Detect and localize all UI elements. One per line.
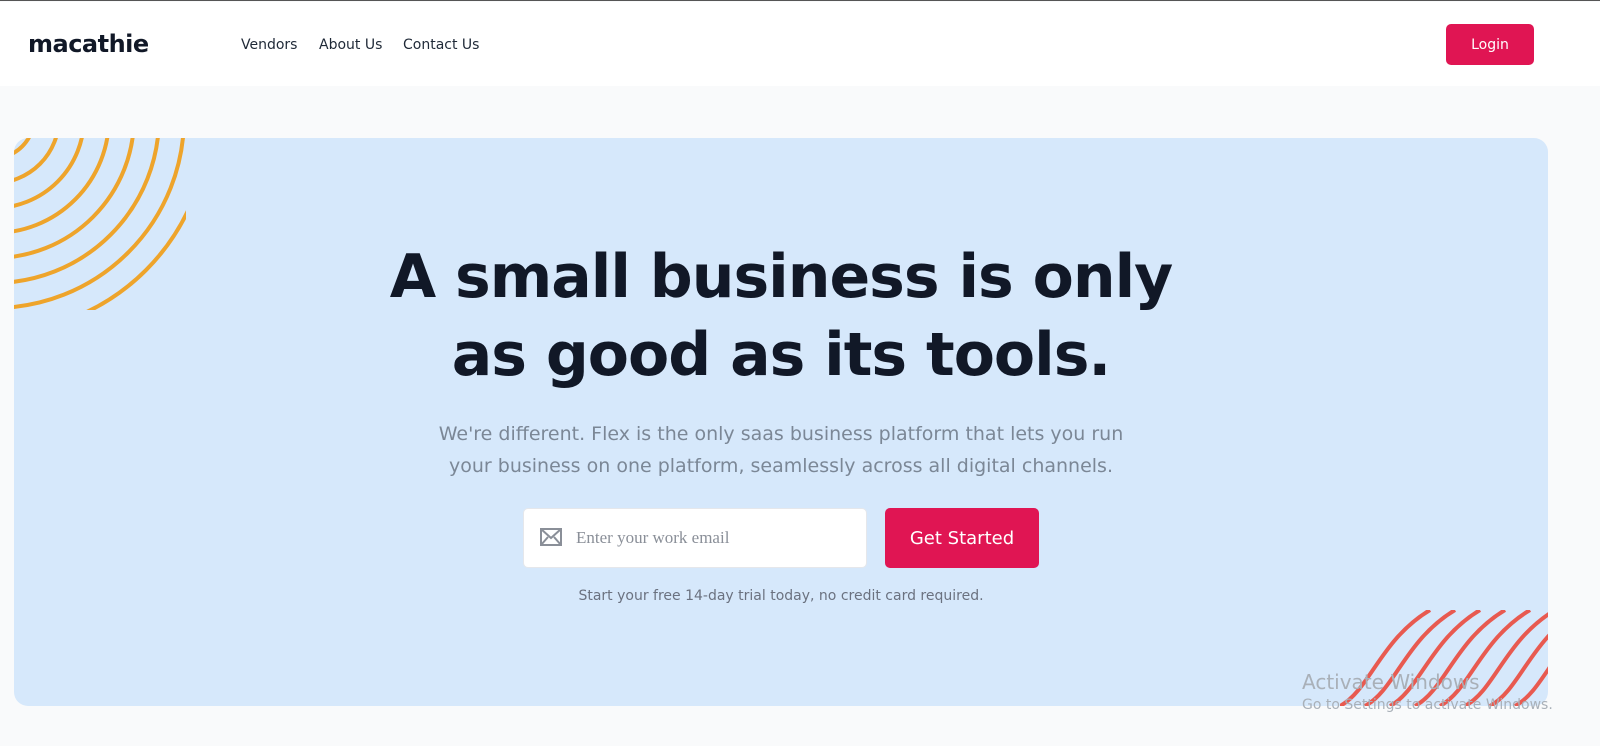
headline-line-1: A small business is only bbox=[389, 242, 1174, 312]
get-started-button[interactable]: Get Started bbox=[885, 508, 1039, 568]
hero-subtext: We're different. Flex is the only saas b… bbox=[14, 418, 1548, 482]
watermark-subtitle: Go to Settings to activate Windows. bbox=[1302, 697, 1553, 713]
hero-section: A small business is only as good as its … bbox=[14, 138, 1548, 706]
login-button[interactable]: Login bbox=[1446, 24, 1534, 65]
subtext-line-1: We're different. Flex is the only saas b… bbox=[438, 423, 1124, 445]
activate-windows-watermark: Activate Windows Go to Settings to activ… bbox=[1302, 669, 1553, 715]
watermark-title: Activate Windows bbox=[1302, 670, 1480, 694]
email-input[interactable] bbox=[576, 509, 861, 567]
headline-line-2: as good as its tools. bbox=[451, 320, 1111, 390]
envelope-icon bbox=[540, 528, 562, 546]
trial-note: Start your free 14-day trial today, no c… bbox=[578, 588, 984, 604]
nav-link-vendors[interactable]: Vendors bbox=[241, 37, 297, 53]
nav-link-about-us[interactable]: About Us bbox=[319, 37, 382, 53]
email-field-container bbox=[523, 508, 867, 568]
subtext-line-2: your business on one platform, seamlessl… bbox=[449, 455, 1113, 477]
hero-headline: A small business is only as good as its … bbox=[14, 238, 1548, 394]
brand-logo[interactable]: macathie bbox=[28, 30, 149, 58]
nav-link-contact-us[interactable]: Contact Us bbox=[403, 37, 479, 53]
top-navbar: macathie Vendors About Us Contact Us Log… bbox=[0, 2, 1600, 86]
